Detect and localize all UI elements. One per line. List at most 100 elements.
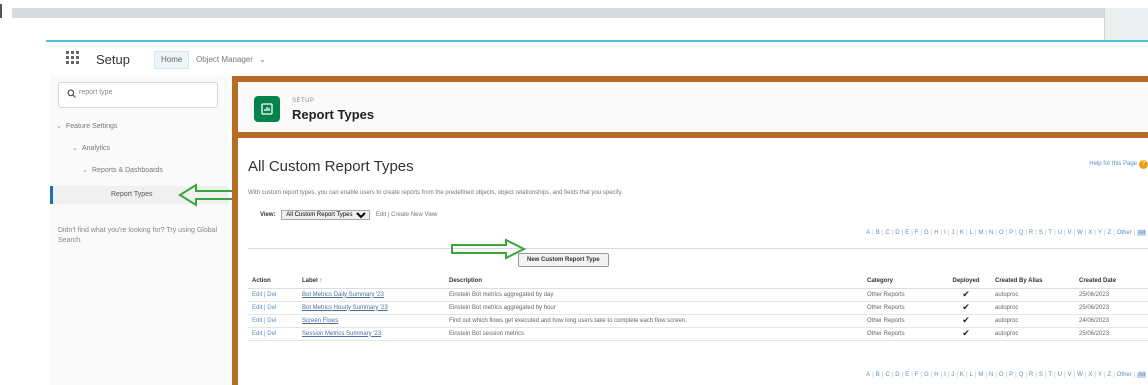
view-filter: View: All Custom Report Types Edit | Cre… [260,210,437,220]
help-link[interactable]: Help for this Page? [1089,160,1148,169]
row-actions[interactable]: Edit | Del [248,288,298,302]
chevron-down-icon[interactable]: ⌄ [259,55,266,64]
alphabet-filter-m[interactable]: M [978,230,983,236]
alphabet-filter-other[interactable]: Other [1117,372,1132,378]
alphabet-filter-a[interactable]: A [866,230,870,236]
alphabet-filter-h[interactable]: H [934,230,938,236]
row-actions[interactable]: Edit | Del [248,301,298,315]
row-date: 24/06/2023 [1075,314,1148,328]
column-header: Deployed [941,274,991,289]
alphabet-filter-h[interactable]: H [934,372,938,378]
tree-item-label: Reports & Dashboards [92,167,163,174]
alphabet-filter-other[interactable]: Other [1117,230,1132,236]
alphabet-filter-g[interactable]: G [924,372,929,378]
alphabet-filter-j[interactable]: J [951,372,954,378]
view-links[interactable]: Edit | Create New View [376,212,437,218]
alphabet-separator: | [1103,230,1106,236]
view-select[interactable]: All Custom Report Types [281,210,371,220]
new-custom-report-type-button[interactable]: New Custom Report Type [518,253,609,267]
alphabet-filter-i[interactable]: I [944,230,946,236]
alphabet-separator: | [1094,372,1096,378]
tree-item-reports-dashboards[interactable]: ⌄ Reports & Dashboards [82,166,163,174]
alphabet-separator: | [901,230,904,236]
alphabet-filter-o[interactable]: O [999,372,1004,378]
alphabet-filter-d[interactable]: D [895,372,899,378]
alphabet-separator: | [1054,372,1056,378]
alphabet-filter-k[interactable]: K [960,372,964,378]
alphabet-filter-p[interactable]: P [1009,372,1013,378]
alphabet-filter-g[interactable]: G [924,230,929,236]
row-label-link[interactable]: Screen Flows [298,314,445,328]
alphabet-filter-v[interactable]: V [1068,372,1072,378]
alphabet-filter-k[interactable]: K [960,230,964,236]
alphabet-separator: | [1005,372,1008,378]
tree-item-feature-settings[interactable]: ⌄ Feature Settings [56,122,117,130]
alphabet-filter-t[interactable]: T [1048,372,1052,378]
alphabet-separator: | [985,372,987,378]
alphabet-filter-s[interactable]: S [1039,372,1043,378]
alphabet-filter-z[interactable]: Z [1108,230,1112,236]
alphabet-filter-y[interactable]: Y [1098,230,1102,236]
alphabet-separator: | [1133,230,1136,236]
alphabet-filter-j[interactable]: J [951,230,954,236]
alphabet-filter-x[interactable]: X [1088,230,1092,236]
alphabet-filter-s[interactable]: S [1039,230,1043,236]
alphabet-filter-y[interactable]: Y [1098,372,1102,378]
quick-find-box[interactable] [58,82,218,108]
tree-item-analytics[interactable]: ⌄ Analytics [72,144,110,152]
main-content-frame: SETUP Report Types All Custom Report Typ… [232,76,1148,385]
row-actions[interactable]: Edit | Del [248,314,298,328]
alphabet-filter-i[interactable]: I [944,372,946,378]
alphabet-separator: | [1025,372,1027,378]
app-launcher-icon[interactable] [66,51,82,67]
divider [248,248,1148,249]
alphabet-separator: | [881,230,884,236]
column-header[interactable]: Label ↑ [298,274,445,289]
alphabet-filter-z[interactable]: Z [1108,372,1112,378]
alphabet-filter-b[interactable]: B [876,230,880,236]
alphabet-filter-w[interactable]: W [1077,230,1083,236]
alphabet-filter-all[interactable]: All [1137,230,1146,236]
alphabet-filter-l[interactable]: L [970,372,973,378]
tab-home[interactable]: Home [154,51,190,69]
alphabet-separator: | [940,230,943,236]
row-actions[interactable]: Edit | Del [248,327,298,341]
alphabet-filter-m[interactable]: M [978,372,983,378]
alphabet-filter-x[interactable]: X [1088,372,1092,378]
alphabet-filter-n[interactable]: N [989,230,993,236]
alphabet-filter-t[interactable]: T [1048,230,1052,236]
alphabet-filter-b[interactable]: B [876,372,880,378]
alphabet-filter-u[interactable]: U [1058,372,1062,378]
alphabet-separator: | [1035,230,1037,236]
row-label-link[interactable]: Bot Metrics Hourly Summary '23 [298,301,445,315]
tab-object-manager[interactable]: Object Manager ⌄ [196,51,266,69]
alphabet-filter-u[interactable]: U [1058,230,1062,236]
alphabet-filter-a[interactable]: A [866,372,870,378]
alphabet-filter-o[interactable]: O [999,230,1004,236]
alphabet-filter-c[interactable]: C [885,230,889,236]
row-label-link[interactable]: Session Metrics Summary '23 [298,327,445,341]
alphabet-filter-l[interactable]: L [970,230,973,236]
alphabet-filter-e[interactable]: E [905,230,909,236]
alphabet-filter-e[interactable]: E [905,372,909,378]
alphabet-filter-f[interactable]: F [915,372,919,378]
row-label-link[interactable]: Bot Metrics Daily Summary '23 [298,288,445,302]
alphabet-filter-all[interactable]: All [1137,372,1146,378]
alphabet-filter-f[interactable]: F [915,230,919,236]
alphabet-filter-r[interactable]: R [1029,372,1033,378]
alphabet-filter-r[interactable]: R [1029,230,1033,236]
alphabet-separator: | [1113,372,1115,378]
page-title: Report Types [292,107,375,122]
alphabet-filter-n[interactable]: N [989,372,993,378]
alphabet-filter-d[interactable]: D [895,230,899,236]
alphabet-filter-p[interactable]: P [1009,230,1013,236]
quick-find-input[interactable] [79,89,209,96]
description-text: With custom report types, you can enable… [248,190,623,196]
alphabet-filter-q[interactable]: Q [1019,372,1024,378]
alphabet-filter-q[interactable]: Q [1019,230,1024,236]
alphabet-filter-v[interactable]: V [1068,230,1072,236]
help-icon[interactable]: ? [1139,160,1148,169]
alphabet-filter-w[interactable]: W [1077,372,1083,378]
deployed-check-icon: ✔ [941,327,991,341]
alphabet-filter-c[interactable]: C [885,372,889,378]
